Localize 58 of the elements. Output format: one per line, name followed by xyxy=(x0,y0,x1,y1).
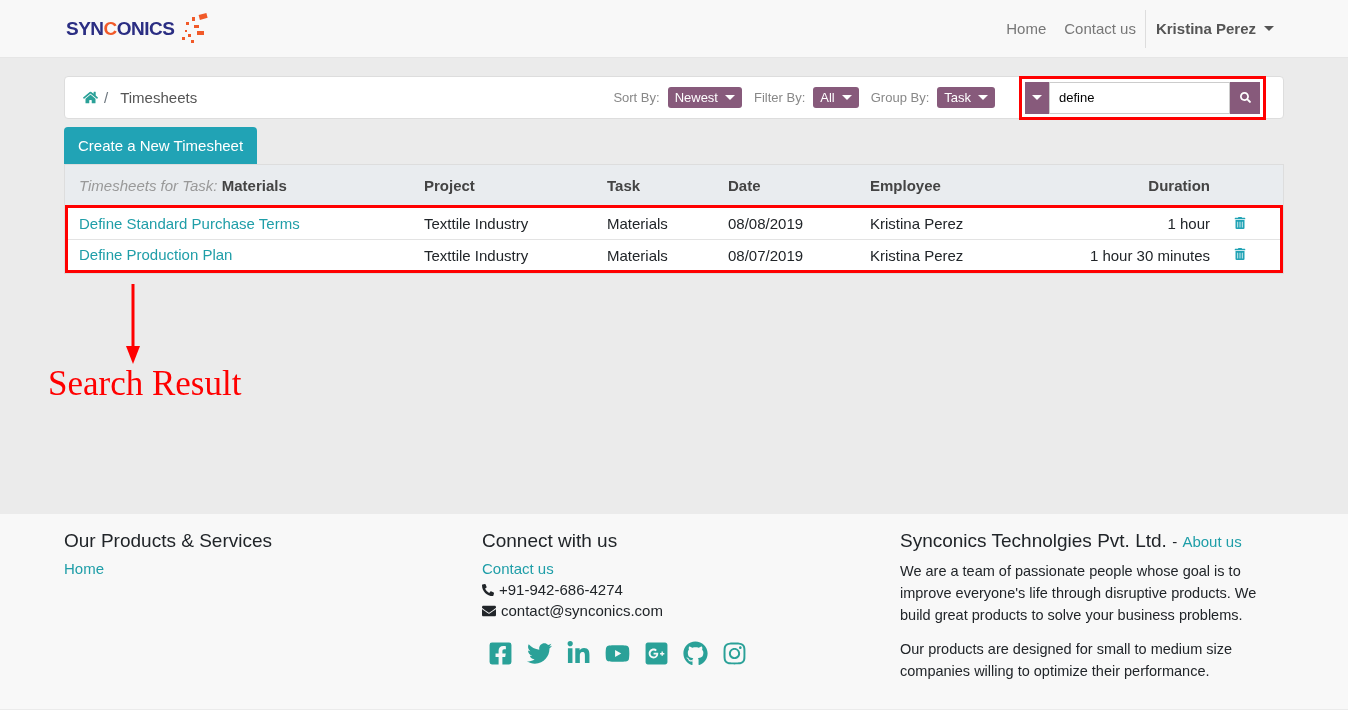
column-header: Task xyxy=(607,176,642,194)
phone-icon xyxy=(482,583,494,596)
footer-heading: Our Products & Services xyxy=(64,530,274,552)
column-header: Project xyxy=(424,176,476,194)
footer-link[interactable]: Contact us xyxy=(482,560,554,577)
control-label: Sort By: xyxy=(613,90,660,105)
column-header: Duration xyxy=(1147,176,1211,194)
breadcrumb-current: Timesheets xyxy=(120,89,198,106)
dropdown-button[interactable]: All xyxy=(813,87,859,108)
trash-icon[interactable] xyxy=(1234,248,1246,260)
instagram-icon[interactable] xyxy=(722,641,747,666)
linkedin-icon[interactable] xyxy=(566,641,591,666)
breadcrumb-separator: / xyxy=(104,89,109,106)
search-button[interactable] xyxy=(1230,81,1260,114)
table-cell-text: Texttile Industry xyxy=(424,215,530,232)
footer-heading: Connect with us xyxy=(482,530,619,552)
table-cell-text: 08/07/2019 xyxy=(728,246,805,264)
timesheet-link[interactable]: Define Standard Purchase Terms xyxy=(79,214,300,232)
dropdown-button[interactable]: Task xyxy=(937,87,995,108)
table-cell-text: 1 hour xyxy=(1166,215,1211,232)
footer-link[interactable]: Home xyxy=(64,560,104,577)
google-plus-icon[interactable] xyxy=(644,641,669,666)
envelope-icon xyxy=(482,603,496,618)
phone-number: +91-942-686-4274 xyxy=(499,581,623,598)
search-options-button[interactable] xyxy=(1025,81,1049,114)
control-label: Filter By: xyxy=(754,90,806,105)
table-cell-text: 1 hour 30 minutes xyxy=(1088,246,1211,264)
timesheet-link[interactable]: Define Production Plan xyxy=(79,246,233,263)
twitter-icon[interactable] xyxy=(527,641,552,666)
home-icon[interactable] xyxy=(83,90,98,105)
nav-link[interactable]: Home xyxy=(997,20,1056,37)
github-icon[interactable] xyxy=(683,641,708,666)
trash-icon[interactable] xyxy=(1234,216,1246,229)
table-cell-text: Materials xyxy=(607,246,669,264)
table-cell-text: 08/08/2019 xyxy=(728,215,805,232)
group-heading: Timesheets for Task: Materials xyxy=(79,176,288,194)
search-icon xyxy=(1239,92,1251,103)
table-cell-text: Texttile Industry xyxy=(424,246,530,264)
dropdown-button[interactable]: Newest xyxy=(667,87,742,108)
company-description: We are a team of passionate people whose goal is to improve everyone's life through disruptive products. We build great products to solve your business problems. xyxy=(900,562,1258,625)
table-cell-text: Kristina Perez xyxy=(870,246,965,264)
column-header: Date xyxy=(728,176,762,194)
create-button[interactable]: Create a New Timesheet xyxy=(64,127,258,164)
search-field[interactable]: define xyxy=(1049,81,1230,114)
separator-text: - xyxy=(1172,533,1178,550)
control-label: Group By: xyxy=(870,90,930,105)
company-description: Our products are designed for small to medium size companies willing to optimize their performance. xyxy=(900,640,1234,681)
table-cell-text: Materials xyxy=(607,215,669,232)
annotation-text: Search Result xyxy=(48,364,242,404)
logo-text[interactable]: SYNCONICS xyxy=(66,17,175,40)
footer-link[interactable]: About us xyxy=(1182,533,1242,550)
user-menu[interactable]: Kristina Perez xyxy=(1144,9,1284,48)
email-address: contact@synconics.com xyxy=(501,602,663,619)
column-header: Employee xyxy=(870,176,942,194)
facebook-icon[interactable] xyxy=(488,641,513,666)
nav-link[interactable]: Contact us xyxy=(1055,20,1145,37)
table-cell-text: Kristina Perez xyxy=(870,215,965,232)
footer-heading: Synconics Technolgies Pvt. Ltd. xyxy=(900,530,1167,551)
